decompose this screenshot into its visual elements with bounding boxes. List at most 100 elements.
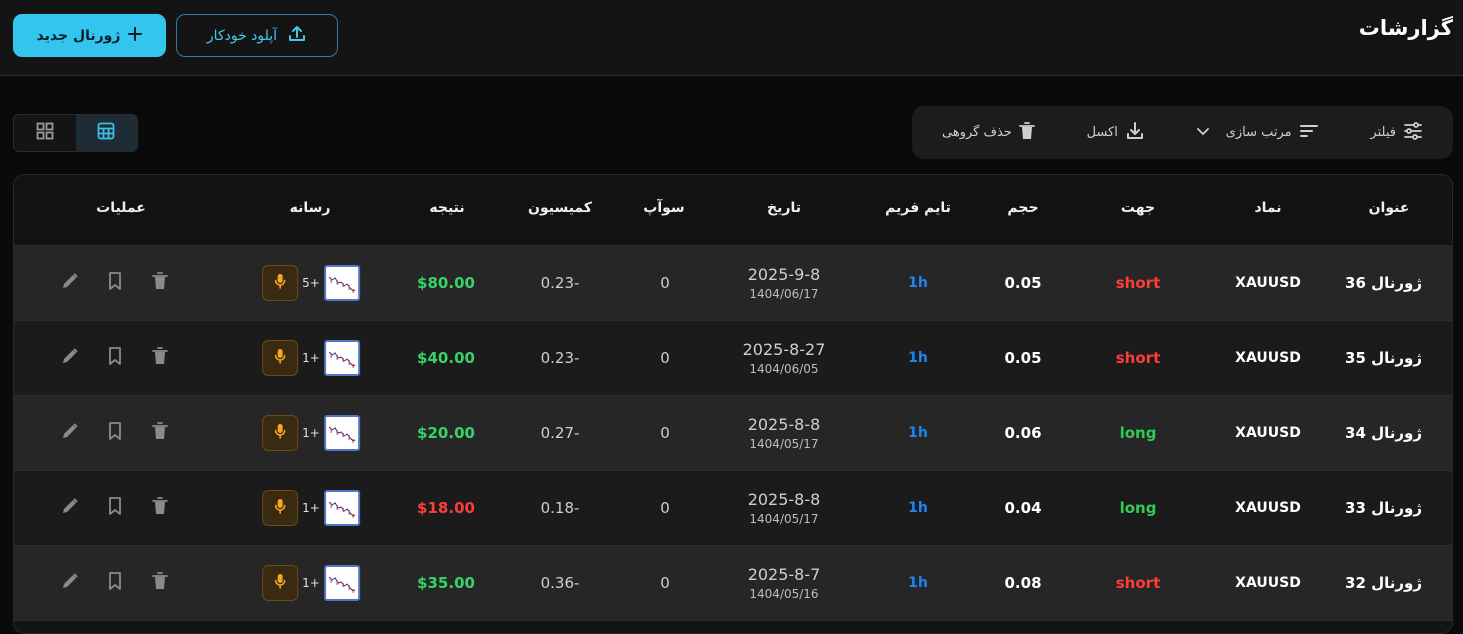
timeframe-cell: 1h [908,425,928,441]
grid-icon [36,122,54,144]
delete-button[interactable] [151,272,169,294]
bulk-delete-label: حذف گروهی [942,125,1012,140]
chart-thumbnail[interactable] [323,490,360,526]
chart-thumbnail[interactable] [323,340,360,376]
date-cell: 2025-9-8 1404/06/17 [748,265,821,301]
bookmark-button[interactable] [106,272,124,294]
bookmark-icon [108,422,122,444]
symbol-cell: XAUUSD [1235,275,1301,291]
edit-button[interactable] [61,498,79,517]
bookmark-icon [108,497,122,519]
sort-button[interactable]: مرتب سازی [1196,123,1319,143]
commission-cell: 0.18- [540,499,580,517]
column-header-swap: سوآپ [643,200,685,216]
download-icon [1125,121,1145,145]
voice-note-button[interactable] [262,265,299,301]
date-cell: 2025-8-7 1404/05/16 [748,565,821,601]
filter-button[interactable]: فیلتر [1370,121,1423,144]
excel-export-button[interactable]: اکسل [1087,121,1145,145]
bookmark-button[interactable] [106,422,124,444]
row-actions [61,497,169,519]
chart-thumbnail[interactable] [323,415,360,451]
plus-icon [128,26,143,45]
journal-title[interactable]: ژورنال 34 [1345,424,1422,442]
table-row[interactable]: ژورنال 34 XAUUSD long 0.06 1h 2025-8-8 1… [14,396,1452,471]
delete-button[interactable] [151,572,169,592]
media-cell: 5+ [256,265,360,301]
direction-cell: long [1119,424,1157,442]
delete-button[interactable] [151,497,169,517]
table-row[interactable]: ژورنال 32 XAUUSD short 0.08 1h 2025-8-7 … [14,546,1452,621]
journal-title[interactable]: ژورنال 35 [1345,349,1422,367]
timeframe-cell: 1h [908,275,928,291]
bookmark-icon [108,272,122,294]
table-view-button[interactable] [75,115,137,151]
column-header-direction: جهت [1120,200,1156,216]
table-header: عنوان نماد جهت حجم تایم فریم تاریخ سوآپ … [14,175,1452,246]
trash-icon [152,272,168,294]
table-body: ژورنال 36 XAUUSD short 0.05 1h 2025-9-8 … [14,246,1452,621]
table-row[interactable]: ژورنال 36 XAUUSD short 0.05 1h 2025-9-8 … [14,246,1452,321]
delete-button[interactable] [151,347,169,367]
swap-cell: 0 [660,424,670,442]
edit-button[interactable] [61,273,79,292]
commission-cell: 0.23- [540,349,580,367]
voice-note-button[interactable] [262,340,299,376]
auto-upload-label: آپلود خودکار [206,27,278,44]
bookmark-button[interactable] [106,347,124,369]
chevron-down-icon [1196,125,1209,140]
auto-upload-button[interactable]: آپلود خودکار [176,14,338,57]
bookmark-button[interactable] [106,497,124,519]
bulk-delete-button[interactable]: حذف گروهی [942,121,1035,144]
date-gregorian: 2025-8-8 [747,415,821,434]
symbol-cell: XAUUSD [1235,575,1301,591]
result-cell: $80.00 [417,274,475,292]
edit-button[interactable] [61,422,79,444]
pencil-icon [61,572,79,594]
new-journal-button[interactable]: ژورنال جدید [13,14,166,57]
table-row[interactable]: ژورنال 35 XAUUSD short 0.05 1h 2025-8-27… [14,321,1452,396]
journal-title[interactable]: ژورنال 33 [1345,499,1422,517]
chart-thumbnail[interactable] [323,565,360,601]
journal-title[interactable]: ژورنال 36 [1345,274,1422,292]
edit-button[interactable] [61,572,79,594]
delete-button[interactable] [151,422,169,442]
symbol-cell: XAUUSD [1235,350,1301,366]
commission-cell: 0.36- [540,574,580,592]
result-cell: $20.00 [417,424,475,442]
timeframe-cell: 1h [908,350,928,366]
column-header-symbol: نماد [1254,200,1282,216]
pencil-icon [61,422,79,444]
microphone-icon [274,498,286,518]
voice-note-button[interactable] [262,490,299,526]
filter-label: فیلتر [1370,125,1396,140]
table-row[interactable]: ژورنال 33 XAUUSD long 0.04 1h 2025-8-8 1… [14,471,1452,546]
volume-cell: 0.08 [1004,574,1042,592]
grid-view-button[interactable] [14,115,76,151]
sort-label: مرتب سازی [1225,125,1292,140]
media-count: 1+ [302,426,320,440]
symbol-cell: XAUUSD [1235,425,1301,441]
voice-note-button[interactable] [262,565,299,601]
row-actions [61,272,169,294]
commission-cell: 0.23- [540,274,580,292]
column-header-commission: کمیسیون [528,200,592,216]
bookmark-icon [108,347,122,369]
date-gregorian: 2025-9-8 [747,265,821,284]
swap-cell: 0 [660,349,670,367]
microphone-icon [274,273,286,293]
bookmark-button[interactable] [106,572,124,592]
column-header-media: رسانه [289,200,331,216]
column-header-actions: عملیات [96,200,146,216]
media-count: 1+ [302,576,320,590]
filter-toolbar: فیلتر مرتب سازی اکسل حذف گروهی [912,106,1453,159]
journal-title[interactable]: ژورنال 32 [1345,574,1422,592]
row-actions [61,347,169,369]
media-count: 1+ [302,501,320,515]
commission-cell: 0.27- [540,424,580,442]
edit-button[interactable] [61,348,79,367]
voice-note-button[interactable] [262,415,299,451]
volume-cell: 0.04 [1004,499,1042,517]
timeframe-cell: 1h [908,575,928,591]
chart-thumbnail[interactable] [323,265,360,301]
